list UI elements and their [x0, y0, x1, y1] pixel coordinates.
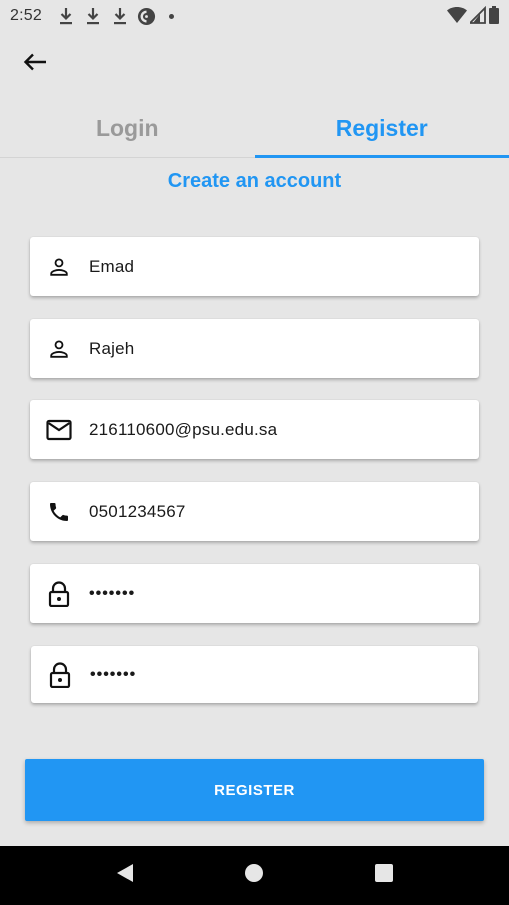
nav-back-button[interactable]	[105, 856, 145, 896]
lock-icon	[47, 661, 73, 688]
phone-value: 0501234567	[89, 501, 186, 521]
back-triangle-icon	[116, 863, 134, 888]
download-icon	[110, 6, 130, 26]
tab-register[interactable]: Register	[254, 100, 509, 158]
first-name-value: Emad	[89, 256, 135, 276]
pocket-casts-icon	[137, 6, 157, 26]
arrow-back-icon	[23, 53, 47, 76]
tab-login[interactable]: Login	[0, 100, 255, 157]
phone-icon	[46, 499, 72, 525]
back-button[interactable]	[18, 50, 52, 78]
home-circle-icon	[244, 863, 264, 888]
email-value: 216110600@psu.edu.sa	[89, 419, 278, 439]
auth-tabs: Login Register	[0, 100, 509, 158]
email-field[interactable]: 216110600@psu.edu.sa	[30, 400, 479, 459]
confirm-password-field[interactable]: •••••••	[31, 646, 478, 703]
confirm-password-value: •••••••	[90, 665, 137, 683]
mail-icon	[46, 417, 72, 443]
person-icon	[46, 336, 72, 362]
status-time: 2:52	[10, 7, 42, 24]
password-value: •••••••	[89, 584, 136, 602]
nav-recents-button[interactable]	[364, 856, 404, 896]
last-name-field[interactable]: Rajeh	[30, 319, 479, 378]
phone-field[interactable]: 0501234567	[30, 482, 479, 541]
register-button[interactable]: REGISTER	[25, 759, 484, 821]
battery-icon	[489, 6, 499, 29]
status-bar: 2:52	[0, 0, 509, 32]
person-icon	[46, 254, 72, 280]
password-field[interactable]: •••••••	[30, 564, 479, 623]
dot-icon	[168, 13, 174, 19]
nav-home-button[interactable]	[234, 856, 274, 896]
lock-icon	[46, 580, 72, 607]
signal-icon	[467, 5, 486, 29]
first-name-field[interactable]: Emad	[30, 237, 479, 296]
system-nav-bar	[0, 846, 509, 905]
page-subtitle: Create an account	[167, 170, 342, 192]
wifi-icon	[447, 6, 467, 29]
download-icon	[83, 6, 103, 26]
download-icon	[56, 6, 76, 26]
recents-square-icon	[375, 864, 394, 887]
last-name-value: Rajeh	[89, 338, 135, 358]
